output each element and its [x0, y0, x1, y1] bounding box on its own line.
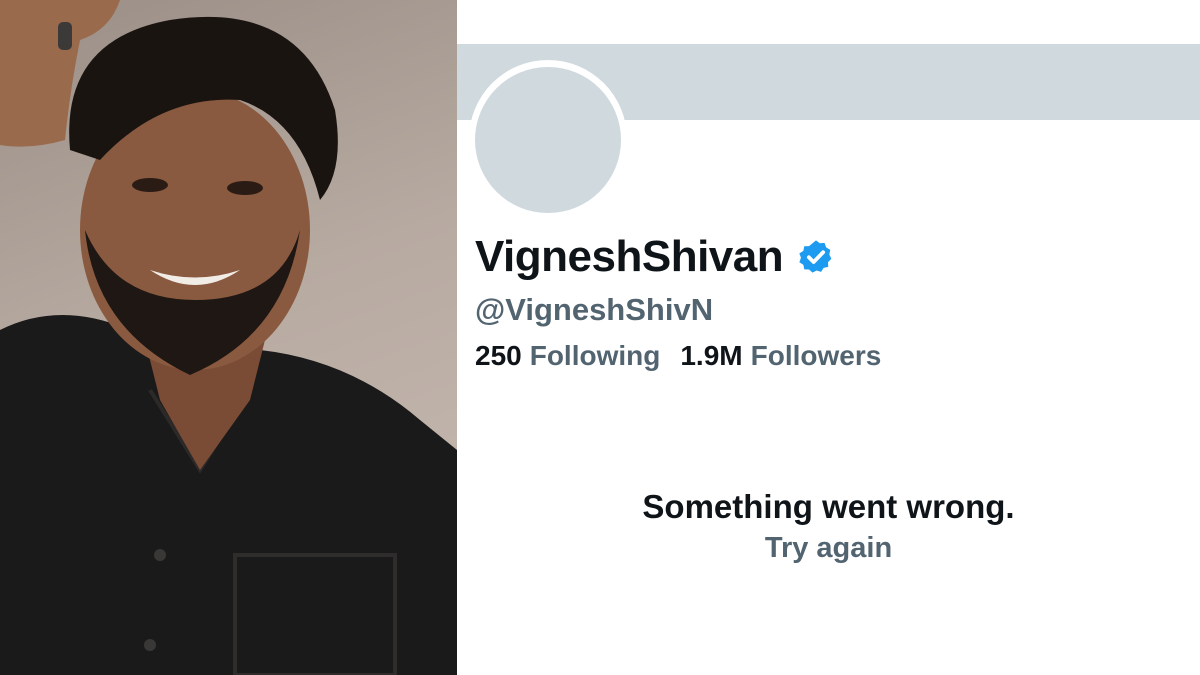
avatar[interactable] — [475, 67, 621, 213]
following-label: Following — [529, 340, 661, 371]
follow-stats: 250 Following 1.9M Followers — [475, 340, 881, 372]
display-name: VigneshShivan — [475, 232, 784, 281]
profile-panel: VigneshShivan @VigneshShivN 250 Followin… — [457, 0, 1200, 675]
name-row: VigneshShivan — [475, 232, 835, 282]
profile-photo-panel — [0, 0, 457, 675]
person-photo — [0, 0, 457, 675]
try-again-button[interactable]: Try again — [765, 532, 892, 565]
followers-label: Followers — [750, 340, 882, 371]
followers-count: 1.9M — [680, 340, 743, 371]
followers-link[interactable]: 1.9M Followers — [680, 340, 881, 372]
profile-handle: @VigneshShivN — [475, 292, 714, 327]
verified-badge-icon[interactable] — [797, 238, 835, 276]
error-message: Something went wrong. — [642, 488, 1015, 525]
error-state: Something went wrong. Try again — [457, 488, 1200, 565]
following-count: 250 — [475, 340, 522, 371]
following-link[interactable]: 250 Following — [475, 340, 660, 372]
